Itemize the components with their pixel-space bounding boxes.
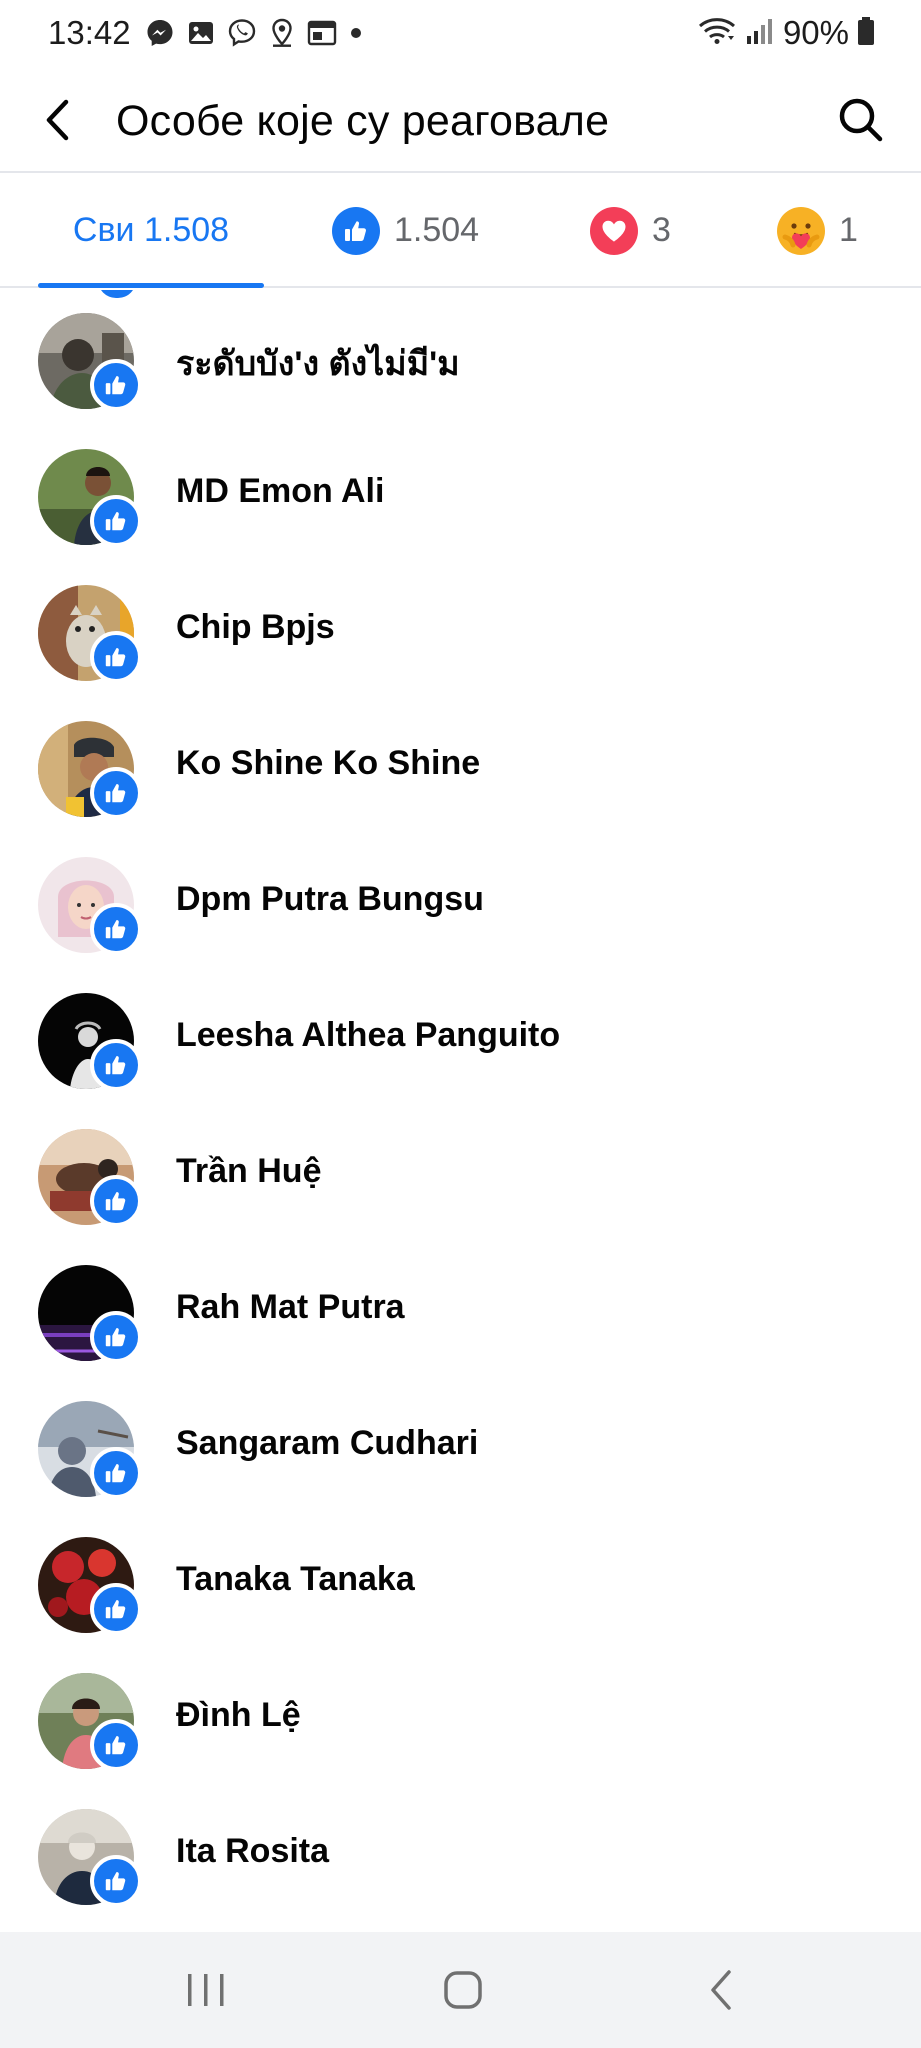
tab-love[interactable]: 3: [590, 175, 671, 286]
system-nav-bar: [0, 1932, 921, 2048]
notification-icons: [145, 18, 363, 48]
like-icon: [105, 1056, 126, 1075]
tab-all[interactable]: Сви 1.508: [38, 175, 264, 288]
person-name[interactable]: Leesha Althea Panguito: [176, 1016, 560, 1055]
person-name[interactable]: Ko Shine Ko Shine: [176, 744, 480, 783]
person-name[interactable]: Dpm Putra Bungsu: [176, 880, 484, 919]
home-icon: [444, 1971, 482, 2009]
app-header: Особе које су реаговале: [0, 70, 921, 173]
like-badge: [90, 1311, 142, 1363]
wifi-icon: [697, 16, 737, 51]
like-icon: [105, 1192, 126, 1211]
list-item[interactable]: Ko Shine Ko Shine: [0, 698, 921, 834]
page-title: Особе које су реаговале: [116, 97, 610, 145]
like-icon: [105, 784, 126, 803]
tab-like-count: 1.504: [394, 211, 480, 249]
tab-love-count: 3: [652, 211, 671, 249]
search-icon: [839, 98, 883, 142]
list-item[interactable]: Rah Mat Putra: [0, 1242, 921, 1378]
list-item[interactable]: Dpm Putra Bungsu: [0, 834, 921, 970]
gallery-icon: [187, 19, 215, 47]
person-name[interactable]: Chip Bpjs: [176, 608, 335, 647]
like-icon: [105, 648, 126, 667]
tab-care[interactable]: 1: [777, 175, 858, 286]
like-badge: [90, 903, 142, 955]
tab-like[interactable]: 1.504: [332, 175, 479, 286]
signal-icon: [745, 16, 775, 51]
person-name[interactable]: Rah Mat Putra: [176, 1288, 405, 1327]
calendar-icon: [307, 19, 337, 47]
reactions-list: ระดับบัง'ง ตังไม่มี'ม MD Emon Ali Chip B…: [0, 290, 921, 1932]
list-item[interactable]: ระดับบัง'ง ตังไม่มี'ม: [0, 290, 921, 426]
status-right: 90%: [697, 14, 875, 52]
home-button[interactable]: [433, 1960, 493, 2020]
recent-apps-button[interactable]: [176, 1960, 236, 2020]
like-icon: [105, 1872, 126, 1891]
recent-apps-icon: [188, 1974, 224, 2006]
list-item[interactable]: Ita Rosita: [0, 1786, 921, 1922]
like-icon: [105, 376, 126, 395]
search-button[interactable]: [835, 94, 887, 146]
like-icon: [332, 206, 380, 255]
status-time: 13:42: [48, 14, 131, 51]
messenger-icon: [145, 18, 175, 48]
like-badge: [90, 631, 142, 683]
location-icon: [269, 18, 295, 48]
like-badge: [90, 1447, 142, 1499]
reaction-tabs: Сви 1.508 1.504 3 1: [0, 175, 921, 288]
like-badge: [90, 495, 142, 547]
like-icon: [105, 920, 126, 939]
tab-all-label: Сви 1.508: [72, 211, 230, 249]
person-name[interactable]: ระดับบัง'ง ตังไม่มี'ม: [176, 336, 460, 390]
active-tab-indicator: [38, 283, 264, 288]
list-item[interactable]: MD Emon Ali: [0, 426, 921, 562]
back-button[interactable]: [34, 96, 82, 144]
viber-icon: [227, 18, 257, 48]
like-badge: [90, 1175, 142, 1227]
back-icon: [711, 1970, 731, 2010]
like-icon: [105, 1736, 126, 1755]
list-item[interactable]: Trần Huệ: [0, 1106, 921, 1242]
list-item[interactable]: Đình Lệ: [0, 1650, 921, 1786]
like-badge: [90, 1039, 142, 1091]
back-arrow-icon: [46, 99, 69, 141]
like-icon: [105, 1600, 126, 1619]
like-badge: [90, 359, 142, 411]
love-icon: [590, 206, 638, 255]
care-icon: [777, 206, 825, 255]
status-bar: 13:42 90%: [0, 0, 921, 70]
person-name[interactable]: Sangaram Cudhari: [176, 1424, 478, 1463]
battery-icon: [857, 16, 875, 51]
system-back-button[interactable]: [692, 1960, 752, 2020]
like-badge: [90, 1583, 142, 1635]
person-name[interactable]: Tanaka Tanaka: [176, 1560, 415, 1599]
person-name[interactable]: Ita Rosita: [176, 1832, 329, 1871]
person-name[interactable]: Đình Lệ: [176, 1696, 301, 1735]
like-icon: [105, 1328, 126, 1347]
list-item[interactable]: Chip Bpjs: [0, 562, 921, 698]
person-name[interactable]: MD Emon Ali: [176, 472, 384, 511]
list-item[interactable]: Tanaka Tanaka: [0, 1514, 921, 1650]
list-item[interactable]: Leesha Althea Panguito: [0, 970, 921, 1106]
like-icon: [105, 1464, 126, 1483]
list-item[interactable]: Sangaram Cudhari: [0, 1378, 921, 1514]
dot-icon: [349, 26, 363, 40]
like-icon: [105, 512, 126, 531]
like-badge: [90, 1719, 142, 1771]
like-badge: [90, 1855, 142, 1907]
person-name[interactable]: Trần Huệ: [176, 1152, 321, 1191]
battery-percent: 90%: [782, 14, 849, 51]
tab-care-count: 1: [839, 211, 858, 249]
like-badge: [90, 767, 142, 819]
